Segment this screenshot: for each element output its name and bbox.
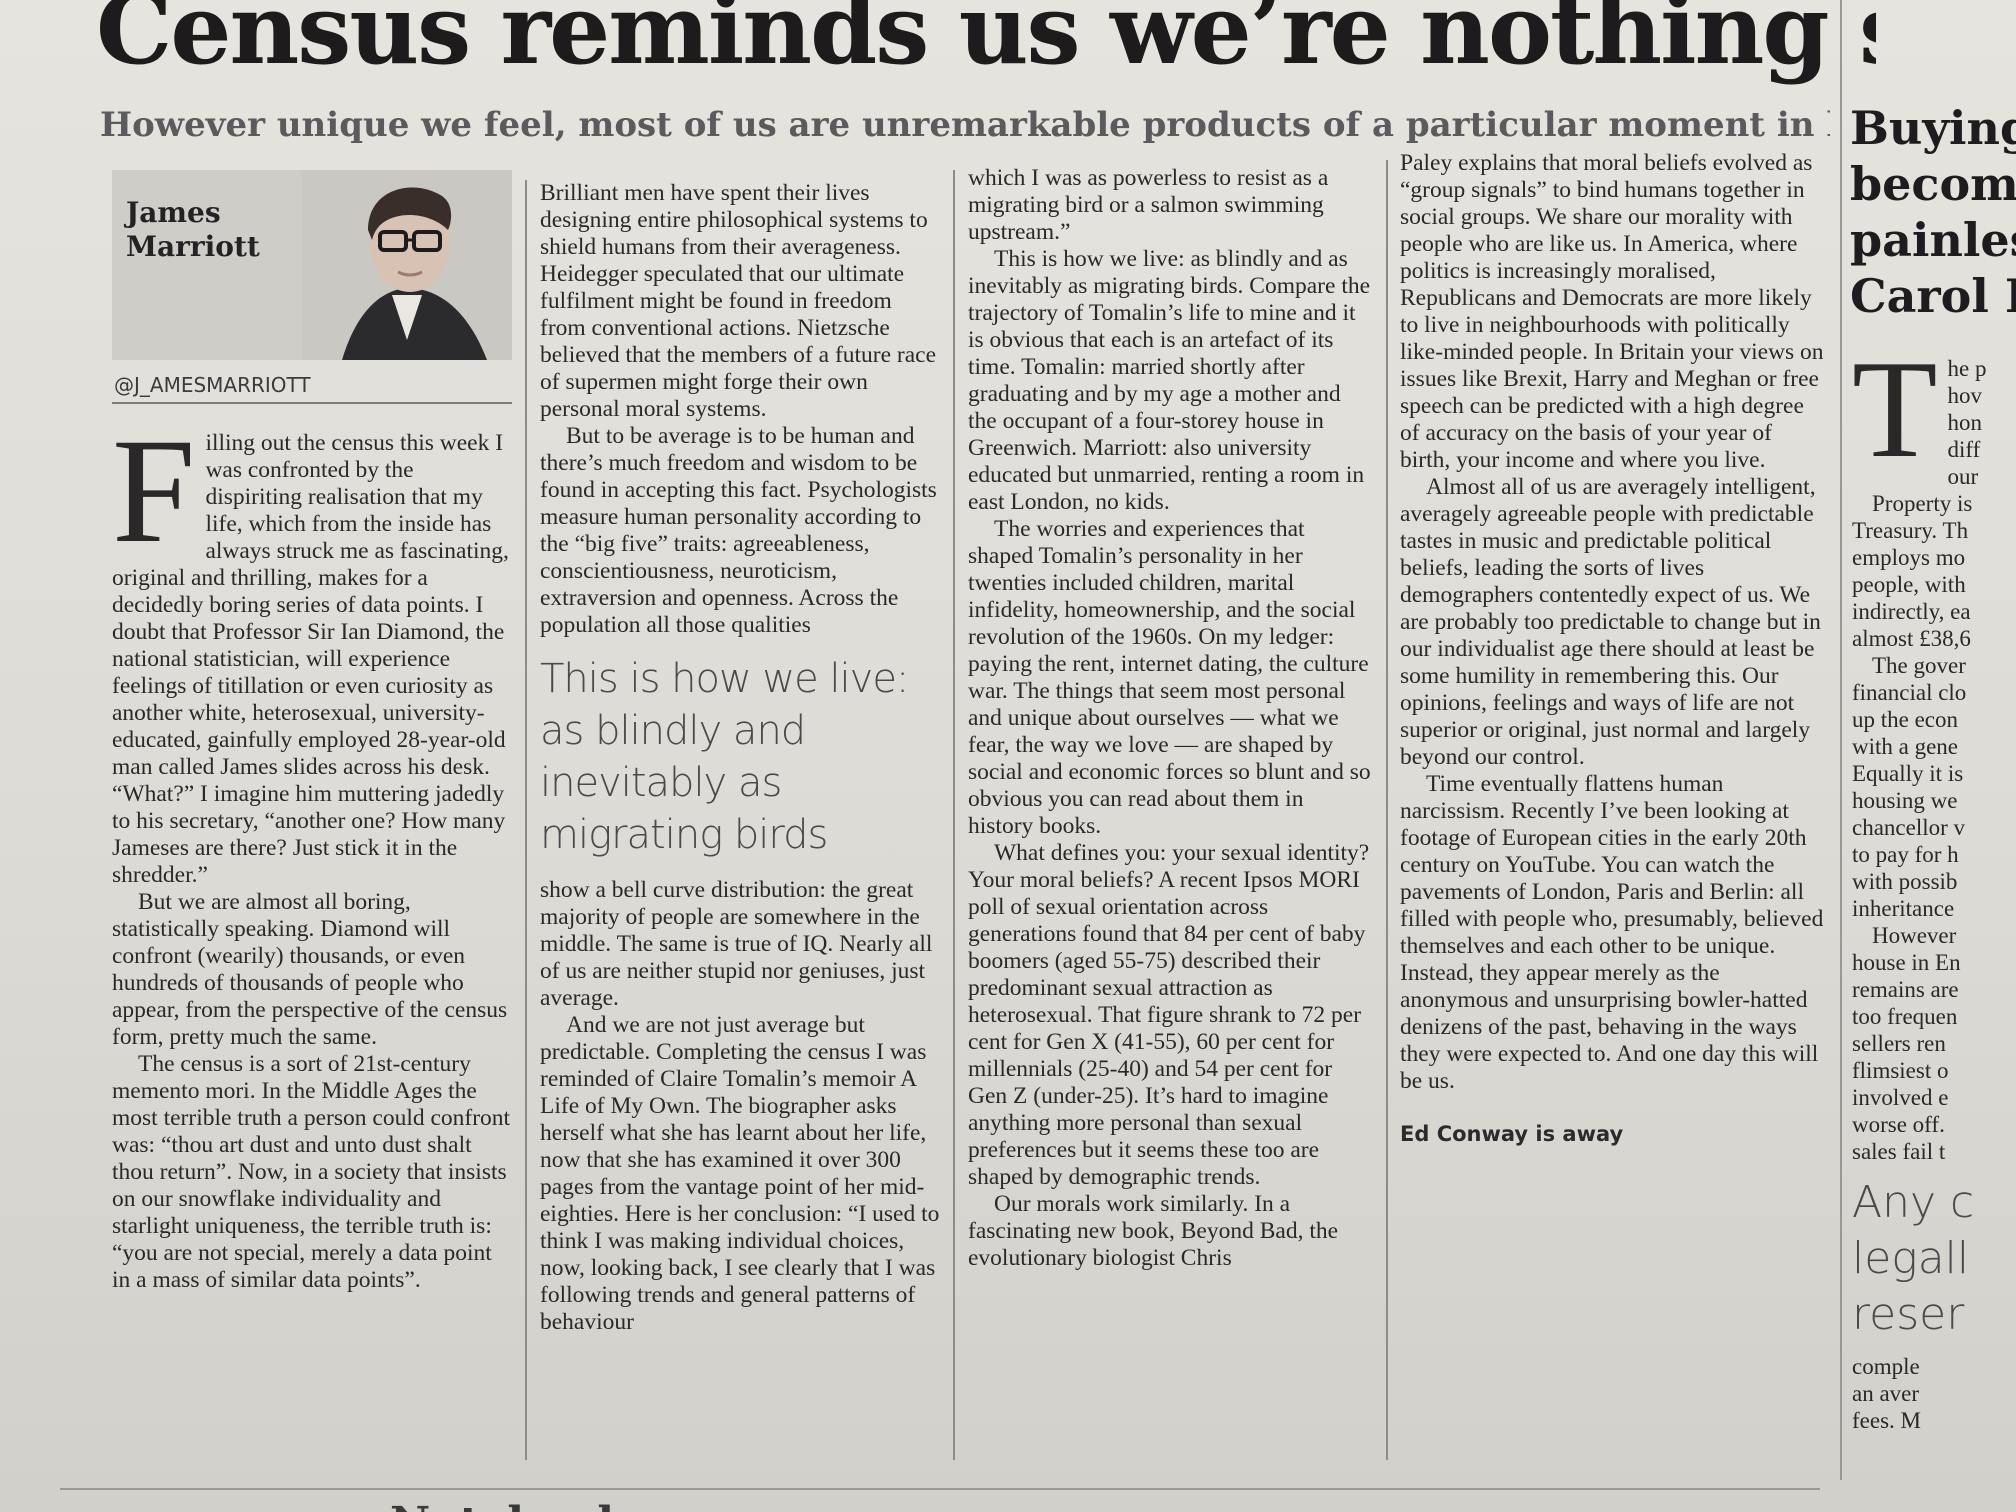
paragraph: The worries and experiences that shaped … [968,516,1371,839]
author-portrait [302,170,512,360]
next-article-opening: T he p hov hon diff our [1852,355,1987,489]
newspaper-page: Census reminds us we’re nothing special … [0,0,2016,1512]
paragraph: And we are not just average but predicta… [540,1012,940,1335]
author-portrait-image [302,170,512,360]
article-column-2: Brilliant men have spent their lives des… [540,180,940,1336]
paragraph: show a bell curve distribution: the grea… [540,877,933,1011]
column-rule-1 [525,180,527,1460]
headline: Census reminds us we’re nothing special [96,0,1876,86]
article-column-4: Paley explains that moral beliefs evolve… [1400,150,1825,1148]
paragraph: What defines you: your sexual identity? … [968,840,1370,1190]
next-section-heading: Notebook [390,1494,790,1512]
paragraph: But we are almost all boring, statistica… [112,889,508,1050]
column-divider-right [1840,0,1842,1480]
bottom-rule [60,1488,1820,1490]
pull-quote: This is how we live: as blindly and inev… [540,656,909,858]
paragraph: Our morals work similarly. In a fascinat… [968,1191,1339,1271]
paragraph: Filling out the census this week I was c… [112,408,509,888]
drop-cap: F [112,408,196,574]
drop-cap: T [1852,355,1938,487]
article-column-3: which I was as powerless to resist as a … [968,165,1373,1272]
next-article-column: T he p hov hon diff our Property is Trea… [1852,355,2016,1434]
signoff: Ed Conway is away [1400,1122,1624,1146]
paragraph: The census is a sort of 21st-century mem… [112,1051,511,1293]
handle-divider [112,402,512,404]
next-article-pull-quote: Any c legall reser [1852,1177,1975,1340]
paragraph: which I was as powerless to resist as a … [968,165,1329,245]
paragraph: Paley explains that moral beliefs evolve… [1400,150,1824,473]
column-rule-3 [1386,160,1388,1460]
paragraph: Almost all of us are averagely intellige… [1400,474,1821,770]
author-handle: @J_AMESMARRIOTT [114,373,311,397]
column-rule-2 [953,170,955,1460]
article-column-1: Filling out the census this week I was c… [112,408,512,1294]
paragraph: This is how we live: as blindly and as i… [968,246,1371,515]
author-byline-box: James Marriott [112,170,512,360]
next-article-headline: Buying become painles Carol L [1850,101,2016,323]
paragraph: Brilliant men have spent their lives des… [540,180,937,422]
paragraph: But to be average is to be human and the… [540,423,937,638]
author-name: James Marriott [126,196,260,263]
paragraph: Time eventually flattens human narcissis… [1400,771,1824,1094]
